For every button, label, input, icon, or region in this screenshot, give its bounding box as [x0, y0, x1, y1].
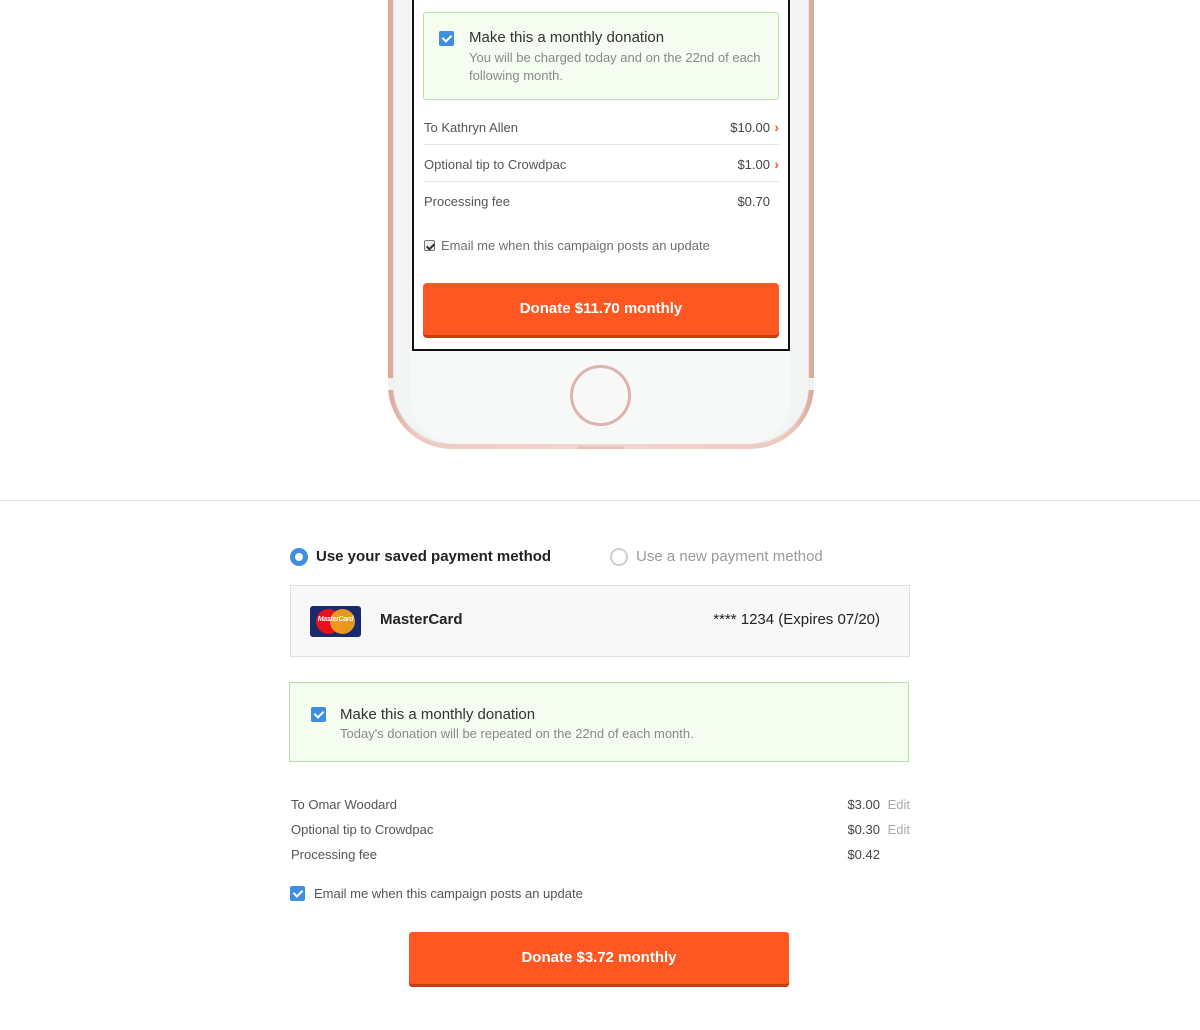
phone-row-fee: Processing fee $0.70: [424, 182, 779, 219]
card-number-expiry: **** 1234 (Expires 07/20): [713, 611, 880, 628]
phone-monthly-title: Make this a monthly donation: [469, 29, 665, 46]
card-brand-name: MasterCard: [380, 611, 463, 628]
phone-row-recipient[interactable]: To Kathryn Allen $10.00 ›: [424, 108, 779, 145]
breakdown-label: To Omar Woodard: [291, 797, 397, 812]
email-updates-checkbox[interactable]: [290, 886, 305, 901]
breakdown-row-tip: Optional tip to Crowdpac $0.30 Edit: [291, 822, 910, 840]
phone-row-amount: $10.00: [730, 120, 770, 135]
monthly-donation-box: Make this a monthly donation Today's don…: [289, 682, 909, 762]
email-updates-label[interactable]: Email me when this campaign posts an upd…: [314, 886, 583, 901]
phone-row-amount: $0.70: [737, 194, 770, 209]
chevron-right-icon: ›: [774, 119, 779, 135]
phone-row-tip[interactable]: Optional tip to Crowdpac $1.00 ›: [424, 145, 779, 182]
phone-donate-button[interactable]: Donate $11.70 monthly: [423, 283, 779, 335]
monthly-donation-checkbox[interactable]: [311, 707, 326, 722]
breakdown-amount: $0.42: [847, 847, 880, 862]
breakdown-label: Optional tip to Crowdpac: [291, 822, 434, 837]
phone-email-label: Email me when this campaign posts an upd…: [441, 238, 710, 253]
phone-email-checkbox[interactable]: [424, 240, 435, 251]
phone-edge-right: [808, 378, 814, 390]
donate-button[interactable]: Donate $3.72 monthly: [409, 932, 789, 984]
edit-link[interactable]: Edit: [888, 822, 910, 837]
breakdown-amount: $0.30: [847, 822, 880, 837]
new-payment-label[interactable]: Use a new payment method: [636, 548, 823, 565]
phone-monthly-checkbox[interactable]: [439, 31, 454, 46]
phone-row-label: Processing fee: [424, 194, 510, 209]
phone-email-option[interactable]: Email me when this campaign posts an upd…: [424, 238, 710, 253]
phone-home-button: [570, 365, 631, 426]
phone-screen: Make this a monthly donation You will be…: [412, 0, 790, 351]
breakdown-amount: $3.00: [847, 797, 880, 812]
saved-card[interactable]: MasterCard MasterCard **** 1234 (Expires…: [290, 585, 910, 657]
breakdown-row-recipient: To Omar Woodard $3.00 Edit: [291, 797, 910, 815]
new-payment-radio[interactable]: [610, 548, 628, 566]
section-divider: [0, 500, 1200, 501]
monthly-donation-title: Make this a monthly donation: [340, 706, 536, 723]
breakdown-label: Processing fee: [291, 847, 377, 862]
phone-mockup: Make this a monthly donation You will be…: [388, 0, 814, 449]
edit-link[interactable]: Edit: [888, 797, 910, 812]
saved-payment-radio[interactable]: [290, 548, 308, 566]
phone-row-label: Optional tip to Crowdpac: [424, 157, 567, 172]
chevron-right-icon: ›: [774, 156, 779, 172]
phone-monthly-box: Make this a monthly donation You will be…: [423, 12, 779, 100]
phone-monthly-subtitle: You will be charged today and on the 22n…: [469, 50, 761, 83]
phone-bottom-port: [578, 446, 624, 449]
phone-edge-left: [388, 378, 394, 390]
mastercard-icon: MasterCard: [310, 606, 361, 637]
breakdown-row-fee: Processing fee $0.42: [291, 847, 910, 865]
saved-payment-label[interactable]: Use your saved payment method: [316, 548, 551, 565]
phone-row-label: To Kathryn Allen: [424, 120, 518, 135]
monthly-donation-subtitle: Today's donation will be repeated on the…: [340, 726, 694, 741]
phone-row-amount: $1.00: [737, 157, 770, 172]
